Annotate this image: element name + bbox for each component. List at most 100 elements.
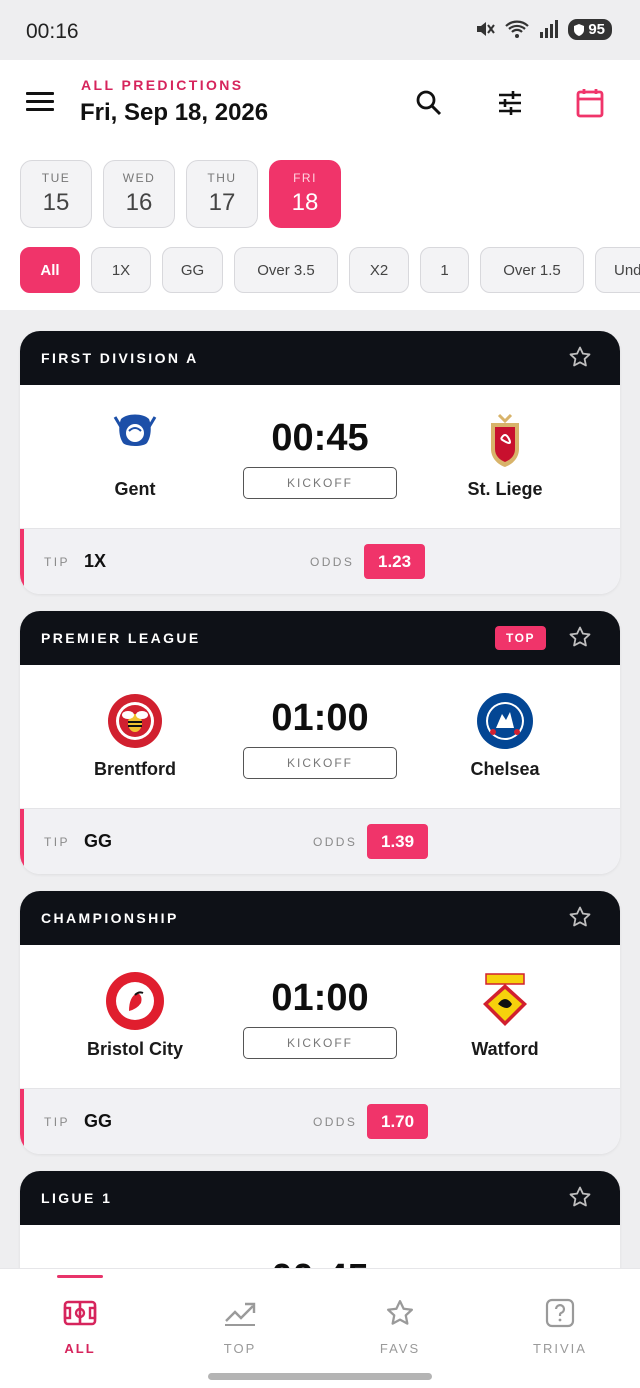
league-name: PREMIER LEAGUE xyxy=(41,630,201,646)
card-header: FIRST DIVISION A xyxy=(20,331,620,385)
status-icons: 95 xyxy=(474,18,612,40)
day-tab-tue[interactable]: TUE 15 xyxy=(20,160,92,228)
nav-label: TRIVIA xyxy=(533,1341,587,1356)
odds-label: ODDS xyxy=(313,835,358,849)
home-team-name: Gent xyxy=(114,479,156,499)
favorite-star-icon[interactable] xyxy=(568,345,592,369)
gent-crest-icon xyxy=(105,411,165,471)
menu-button[interactable] xyxy=(26,92,54,116)
day-tab-thu[interactable]: THU 17 xyxy=(186,160,258,228)
filter-chip-all[interactable]: All xyxy=(20,247,80,293)
filter-settings-button[interactable] xyxy=(493,86,527,120)
star-icon xyxy=(383,1297,417,1329)
day-selector: TUE 15 WED 16 THU 17 FRI 18 xyxy=(20,160,341,228)
away-team-name: Chelsea xyxy=(470,759,540,779)
tip-label: TIP xyxy=(44,555,70,569)
shield-icon xyxy=(574,23,585,36)
search-icon xyxy=(416,90,442,116)
filter-chip-under[interactable]: Under xyxy=(595,247,640,293)
watford-crest-icon xyxy=(475,971,535,1031)
tip-value: GG xyxy=(84,831,113,851)
odds-label: ODDS xyxy=(310,555,355,569)
filter-chip-over-3-5[interactable]: Over 3.5 xyxy=(234,247,338,293)
away-team-name: St. Liege xyxy=(467,479,543,499)
filter-chip-gg[interactable]: GG xyxy=(162,247,223,293)
status-time: 00:16 xyxy=(26,20,79,43)
home-team-name: Bristol City xyxy=(86,1039,183,1059)
odds-value: 1.23 xyxy=(364,544,426,579)
mute-icon xyxy=(477,22,496,36)
home-team: Brentford xyxy=(50,691,220,780)
day-number: 15 xyxy=(42,189,70,216)
day-number: 16 xyxy=(125,189,153,216)
calendar-icon xyxy=(576,89,604,118)
home-team: Bristol City xyxy=(50,971,220,1060)
kickoff-time: 01:00 xyxy=(271,977,369,1019)
filter-chip-over-1-5[interactable]: Over 1.5 xyxy=(480,247,584,293)
kickoff-label: KICKOFF xyxy=(243,467,397,499)
pitch-icon xyxy=(63,1297,97,1329)
match-card[interactable]: CHAMPIONSHIP Bristol City 01:00 KICKOFF … xyxy=(20,891,620,1154)
trending-icon xyxy=(223,1297,257,1329)
day-name: TUE xyxy=(41,171,71,185)
bottom-nav: ALL TOP FAVS TRIVIA xyxy=(0,1268,640,1388)
nav-tab-all[interactable]: ALL xyxy=(0,1269,160,1369)
league-name: FIRST DIVISION A xyxy=(41,350,199,366)
status-bar: 00:16 95 xyxy=(0,0,640,60)
kickoff-time: 00:45 xyxy=(271,417,369,459)
odds-value: 1.39 xyxy=(367,824,429,859)
tip-label: TIP xyxy=(44,1115,70,1129)
kickoff-label: KICKOFF xyxy=(243,747,397,779)
top-badge: TOP xyxy=(495,626,546,650)
nav-tab-favs[interactable]: FAVS xyxy=(320,1269,480,1369)
odds-value: 1.70 xyxy=(367,1104,429,1139)
filter-chip-1[interactable]: 1 xyxy=(420,247,469,293)
kickoff-time: 01:00 xyxy=(271,697,369,739)
home-team-name: Brentford xyxy=(94,759,176,779)
home-team: Gent xyxy=(50,411,220,500)
away-team: Watford xyxy=(420,971,590,1060)
nav-tab-top[interactable]: TOP xyxy=(160,1269,320,1369)
search-button[interactable] xyxy=(412,86,446,120)
nav-label: TOP xyxy=(223,1341,257,1356)
match-row: Gent 00:45 KICKOFF St. Liege xyxy=(20,385,620,529)
chelsea-crest-icon xyxy=(475,691,535,751)
away-team-name: Watford xyxy=(471,1039,539,1059)
battery-indicator: 95 xyxy=(568,18,612,40)
day-tab-wed[interactable]: WED 16 xyxy=(103,160,175,228)
page-title: Fri, Sep 18, 2026 xyxy=(80,99,269,126)
favorite-star-icon[interactable] xyxy=(568,625,592,649)
odds-label: ODDS xyxy=(313,1115,358,1129)
nav-label: FAVS xyxy=(379,1341,421,1356)
match-card[interactable]: FIRST DIVISION A Gent 00:45 KICKOFF St. … xyxy=(20,331,620,594)
card-header: CHAMPIONSHIP xyxy=(20,891,620,945)
away-team: St. Liege xyxy=(420,411,590,500)
tip-value: GG xyxy=(84,1111,113,1131)
card-header: PREMIER LEAGUE TOP xyxy=(20,611,620,665)
battery-level: 95 xyxy=(588,20,605,38)
wifi-icon xyxy=(505,20,530,38)
card-header: LIGUE 1 xyxy=(20,1171,620,1225)
favorite-star-icon[interactable] xyxy=(568,905,592,929)
question-icon xyxy=(543,1297,577,1329)
filter-chip-x2[interactable]: X2 xyxy=(349,247,409,293)
nav-label: ALL xyxy=(64,1341,96,1356)
filter-chip-1x[interactable]: 1X xyxy=(91,247,151,293)
home-indicator[interactable] xyxy=(208,1373,432,1380)
tip-row: TIP 1X ODDS 1.23 xyxy=(20,529,620,594)
bristol-city-crest-icon xyxy=(105,971,165,1031)
filter-chips: All 1X GG Over 3.5 X2 1 Over 1.5 Under xyxy=(20,247,640,293)
away-team: Chelsea xyxy=(420,691,590,780)
brentford-crest-icon xyxy=(105,691,165,751)
day-name: WED xyxy=(122,171,156,185)
league-name: CHAMPIONSHIP xyxy=(41,910,179,926)
day-tab-fri[interactable]: FRI 18 xyxy=(269,160,341,228)
nav-tab-trivia[interactable]: TRIVIA xyxy=(480,1269,640,1369)
standard-liege-crest-icon xyxy=(475,411,535,471)
page-eyebrow: ALL PREDICTIONS xyxy=(81,77,244,93)
sliders-icon xyxy=(499,91,521,115)
calendar-button[interactable] xyxy=(573,86,607,120)
match-card[interactable]: PREMIER LEAGUE TOP Brentford 01:00 KICKO… xyxy=(20,611,620,874)
day-number: 18 xyxy=(291,189,319,216)
favorite-star-icon[interactable] xyxy=(568,1185,592,1209)
